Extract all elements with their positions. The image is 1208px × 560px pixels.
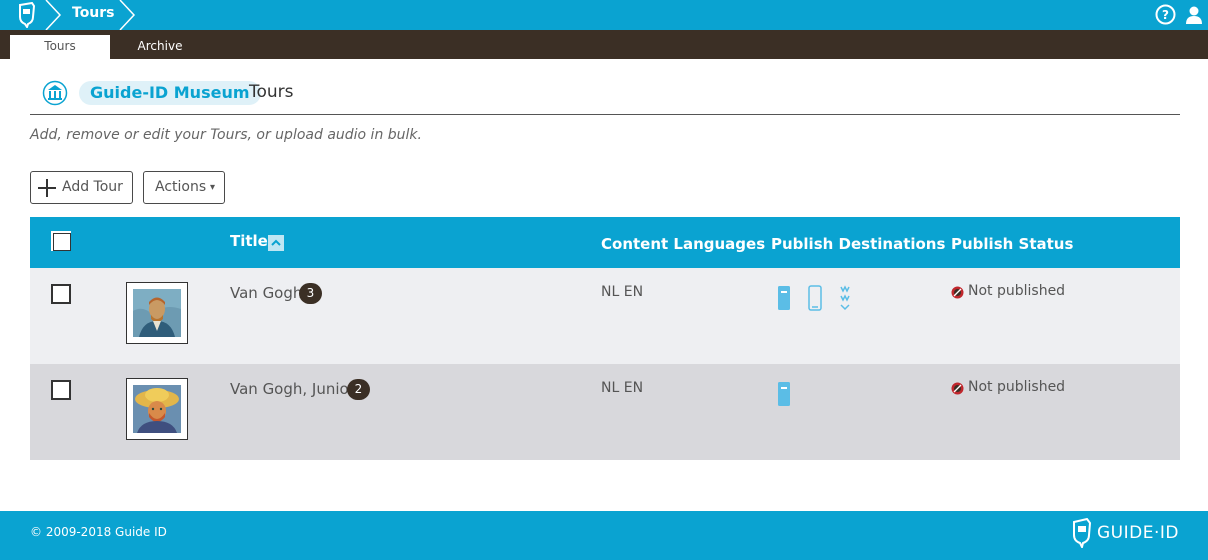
heading-divider bbox=[30, 114, 1180, 115]
page-title: Tours bbox=[249, 82, 294, 102]
actions-dropdown-button[interactable]: Actions ▾ bbox=[143, 171, 225, 204]
tour-thumbnail[interactable] bbox=[126, 378, 188, 440]
copyright-text: © 2009-2018 Guide ID bbox=[30, 525, 167, 539]
footer-brand: GUIDE·ID bbox=[1097, 523, 1179, 543]
column-content-languages: Content Languages bbox=[601, 235, 766, 253]
publish-status: Not published bbox=[968, 379, 1066, 395]
van-gogh-portrait-image bbox=[133, 289, 181, 337]
tab-tours[interactable]: Tours bbox=[10, 35, 110, 59]
user-icon[interactable] bbox=[1186, 6, 1202, 24]
content-languages: NL EN bbox=[601, 284, 644, 300]
tab-bar: Tours Archive bbox=[0, 30, 1208, 59]
footer: © 2009-2018 Guide ID GUIDE·ID bbox=[0, 511, 1208, 560]
museum-icon bbox=[42, 80, 68, 106]
top-bar: Tours ? bbox=[0, 0, 1208, 30]
stop-count-badge: 2 bbox=[347, 379, 370, 400]
publish-status: Not published bbox=[968, 283, 1066, 299]
van-gogh-straw-hat-portrait-image bbox=[133, 385, 181, 433]
device-icon bbox=[778, 286, 790, 310]
device-icon bbox=[778, 382, 790, 406]
sort-ascending-icon[interactable] bbox=[268, 235, 284, 251]
page-description: Add, remove or edit your Tours, or uploa… bbox=[30, 127, 422, 143]
stop-count-badge: 3 bbox=[299, 283, 322, 304]
tour-title[interactable]: Van Gogh, Junior bbox=[230, 380, 355, 398]
not-published-icon bbox=[951, 382, 964, 395]
guide-id-logo-icon bbox=[1073, 518, 1092, 548]
guide-id-logo-icon[interactable] bbox=[12, 2, 40, 28]
column-publish-destinations: Publish Destinations bbox=[771, 235, 946, 253]
svg-text:?: ? bbox=[1162, 8, 1169, 22]
table-row[interactable]: Van Gogh 3 NL EN Not published bbox=[30, 268, 1180, 364]
actions-label: Actions bbox=[155, 179, 207, 195]
phone-icon bbox=[808, 285, 822, 311]
tour-thumbnail[interactable] bbox=[126, 282, 188, 344]
row-checkbox[interactable] bbox=[51, 380, 71, 400]
table-row[interactable]: Van Gogh, Junior 2 NL EN Not published bbox=[30, 364, 1180, 460]
add-tour-label: Add Tour bbox=[62, 179, 123, 195]
not-published-icon bbox=[951, 286, 964, 299]
plus-icon bbox=[38, 179, 56, 197]
column-title[interactable]: Title bbox=[230, 232, 268, 250]
breadcrumb-tours[interactable]: Tours bbox=[72, 5, 115, 21]
column-publish-status: Publish Status bbox=[951, 235, 1074, 253]
web-icon bbox=[840, 285, 850, 311]
tab-archive[interactable]: Archive bbox=[120, 35, 200, 59]
add-tour-button[interactable]: Add Tour bbox=[30, 171, 133, 204]
table-header: Title Content Languages Publish Destinat… bbox=[30, 217, 1180, 268]
select-all-checkbox[interactable] bbox=[51, 231, 71, 251]
breadcrumb-chevron-icon bbox=[45, 0, 62, 30]
row-checkbox[interactable] bbox=[51, 284, 71, 304]
museum-name-link[interactable]: Guide-ID Museum bbox=[79, 81, 261, 105]
breadcrumb-chevron-icon bbox=[119, 0, 136, 30]
caret-down-icon: ▾ bbox=[210, 182, 216, 193]
tour-title[interactable]: Van Gogh bbox=[230, 284, 302, 302]
help-icon[interactable]: ? bbox=[1155, 4, 1176, 25]
content-languages: NL EN bbox=[601, 380, 644, 396]
